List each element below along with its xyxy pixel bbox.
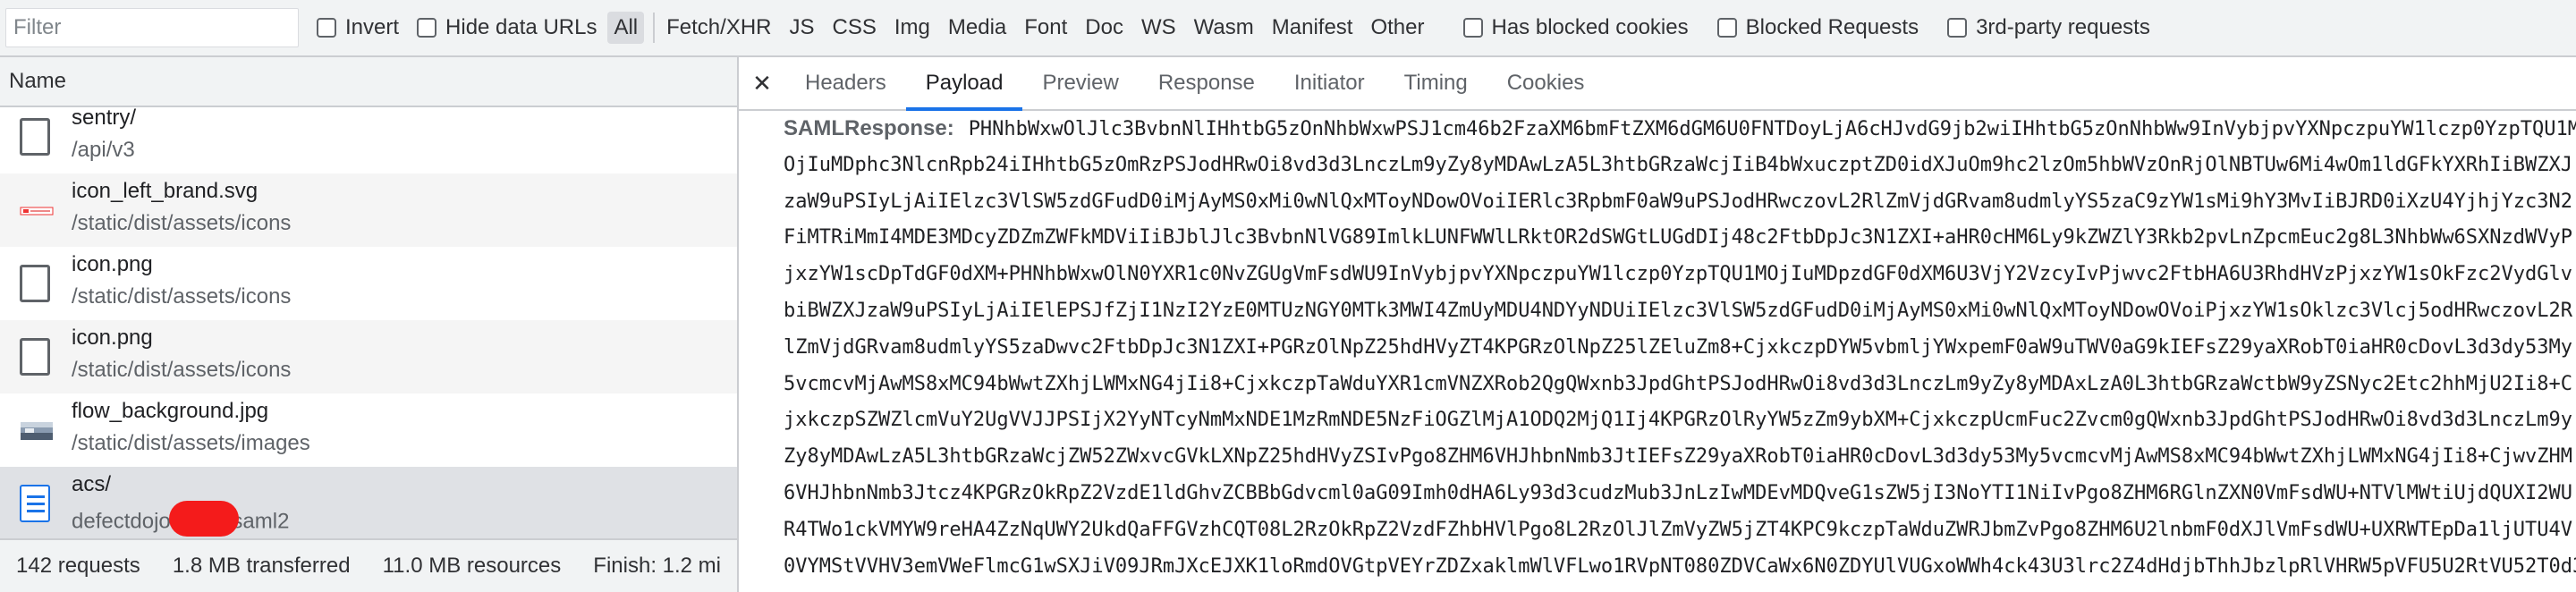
request-path: defectdojo. saml2 (72, 501, 290, 538)
request-row[interactable]: sentry/ /api/v3 (0, 107, 737, 173)
request-row[interactable]: icon.png /static/dist/assets/icons (0, 247, 737, 320)
request-row-selected[interactable]: acs/ defectdojo. saml2 (0, 467, 737, 538)
invert-checkbox[interactable]: Invert (317, 15, 399, 40)
finish-time: Finish: 1.2 mi (593, 554, 722, 578)
payload-line: zaW9uPSIyLjAiIElzc3VlSW5zdGFudD0iMjAyMS0… (784, 190, 2573, 213)
resource-type-filters: All Fetch/XHR JS CSS Img Media Font Doc … (602, 12, 1430, 44)
has-blocked-cookies-label: Has blocked cookies (1491, 15, 1689, 39)
hide-data-urls-checkbox[interactable]: Hide data URLs (417, 15, 597, 40)
third-party-requests-label: 3rd-party requests (1976, 15, 2150, 39)
type-filter-media[interactable]: Media (942, 12, 1013, 44)
name-column-header[interactable]: Name (0, 57, 737, 107)
type-filter-ws[interactable]: WS (1135, 12, 1182, 44)
request-list[interactable]: sentry/ /api/v3 icon_left_brand.svg /sta… (0, 107, 737, 538)
details-tabbar: ✕ Headers Payload Preview Response Initi… (739, 57, 2576, 111)
hide-data-urls-label: Hide data URLs (445, 15, 597, 39)
request-path: /static/dist/assets/icons (72, 358, 292, 382)
request-details-pane: ✕ Headers Payload Preview Response Initi… (739, 57, 2576, 592)
blocked-requests-label: Blocked Requests (1745, 15, 1919, 39)
tab-headers[interactable]: Headers (785, 57, 906, 109)
request-row[interactable]: icon.png /static/dist/assets/icons (0, 320, 737, 393)
resources-size: 11.0 MB resources (382, 554, 562, 578)
payload-line: FiMTRiMmI4MDE3MDcyZDZmZWFkMDViIiBJblJlc3… (784, 226, 2573, 249)
request-name: icon.png (72, 252, 153, 276)
blocked-requests-checkbox[interactable]: Blocked Requests (1716, 15, 1919, 40)
payload-value: PHNhbWxwOlJlc3BvbnNlIHhtbG5zOnNhbWxwPSJ1… (968, 118, 2576, 140)
request-path: /api/v3 (72, 138, 135, 162)
payload-line: 5vcmcvMjAwMS8xMC94bWwtZXhjLWMxNG4jIi8+Cj… (784, 372, 2573, 395)
checkbox-icon[interactable] (1716, 18, 1737, 38)
type-filter-manifest[interactable]: Manifest (1266, 12, 1360, 44)
request-row[interactable]: icon_left_brand.svg /static/dist/assets/… (0, 173, 737, 247)
redaction-mark (169, 501, 240, 537)
divider (653, 13, 656, 43)
type-filter-js[interactable]: JS (784, 12, 821, 44)
has-blocked-cookies-checkbox[interactable]: Has blocked cookies (1462, 15, 1689, 40)
request-name: icon_left_brand.svg (72, 179, 258, 203)
tab-preview[interactable]: Preview (1022, 57, 1138, 109)
payload-key: SAMLResponse: (784, 116, 954, 140)
checkbox-icon[interactable] (1947, 18, 1968, 38)
type-filter-font[interactable]: Font (1018, 12, 1073, 44)
type-filter-fetch-xhr[interactable]: Fetch/XHR (660, 12, 777, 44)
type-filter-other[interactable]: Other (1364, 12, 1430, 44)
payload-line: lZmVjdGRvam8udmlyYS5zaDwvc2FtbDpJc3N1ZXI… (784, 335, 2573, 359)
payload-line: SAMLResponse: PHNhbWxwOlJlc3BvbnNlIHhtbG5… (784, 111, 2576, 148)
type-filter-all[interactable]: All (607, 12, 645, 44)
payload-line: jxzYW1scDpTdGF0dXM+PHNhbWxwOlN0YXR1c0NvZ… (784, 263, 2573, 286)
third-party-requests-checkbox[interactable]: 3rd-party requests (1947, 15, 2150, 40)
payload-line: 0VYMStVVHV3emVWeFlmcG1wSXJiV09JRmJXcEJXK… (784, 554, 2576, 578)
name-header-label: Name (9, 69, 67, 93)
request-path-suffix: saml2 (232, 509, 290, 534)
request-row[interactable]: flow_background.jpg /static/dist/assets/… (0, 393, 737, 467)
type-filter-img[interactable]: Img (888, 12, 936, 44)
tab-payload[interactable]: Payload (905, 57, 1023, 111)
image-thumbnail-icon (20, 411, 54, 451)
request-path: /static/dist/assets/images (72, 431, 310, 455)
filter-toolbar: Invert Hide data URLs All Fetch/XHR JS C… (0, 0, 2576, 57)
type-filter-css[interactable]: CSS (826, 12, 883, 44)
request-name: acs/ (72, 472, 112, 496)
type-filter-wasm[interactable]: Wasm (1188, 12, 1260, 44)
payload-line: R4TWo1ckVMYW9reHA4ZzNqUWY2UkdQaFFGVzhCQT… (784, 518, 2573, 541)
file-icon (20, 265, 54, 304)
file-icon (20, 338, 54, 377)
payload-line: jxkczpSZWZlcmVuY2UgVVJJPSIjX2YyNTcyNmMxN… (784, 409, 2573, 432)
payload-line: 6VHJhbnNmb3Jtcz4KPGRzOkRpZ2VzdE1ldGhvZCB… (784, 481, 2573, 504)
payload-line: biBWZXJzaW9uPSIyLjAiIElEPSJfZjI1NzI2YzE0… (784, 299, 2573, 322)
request-name: icon.png (72, 326, 153, 350)
payload-content[interactable]: SAMLResponse: PHNhbWxwOlJlc3BvbnNlIHhtbG5… (739, 111, 2576, 592)
checkbox-icon[interactable] (417, 18, 437, 38)
request-path: /static/dist/assets/icons (72, 211, 292, 235)
file-icon (20, 118, 54, 157)
invert-label: Invert (345, 15, 400, 39)
request-name: flow_background.jpg (72, 399, 269, 423)
checkbox-icon[interactable] (317, 18, 336, 38)
payload-line: Zy8yMDAwLzA5L3htbGRzaWcjZW52ZWxvcGVkLXNp… (784, 445, 2573, 469)
document-icon (20, 485, 54, 524)
type-filter-doc[interactable]: Doc (1079, 12, 1130, 44)
checkbox-icon[interactable] (1462, 18, 1483, 38)
close-icon[interactable]: ✕ (739, 57, 785, 109)
payload-line: OjIuMDphc3NlcnRpb24iIHhtbG5zOmRzPSJodHRw… (784, 153, 2573, 176)
tab-response[interactable]: Response (1139, 57, 1275, 109)
request-path-prefix: defectdojo. (72, 509, 177, 534)
status-bar: 142 requests 1.8 MB transferred 11.0 MB … (0, 538, 737, 592)
brand-logo-icon (20, 191, 54, 231)
tab-cookies[interactable]: Cookies (1487, 57, 1605, 109)
request-name: sentry/ (72, 107, 137, 130)
filter-input[interactable] (5, 8, 299, 47)
request-list-pane: Name sentry/ /api/v3 icon_left_brand.svg… (0, 57, 739, 592)
request-path: /static/dist/assets/icons (72, 284, 292, 309)
request-count: 142 requests (16, 554, 140, 578)
transferred-size: 1.8 MB transferred (172, 554, 351, 578)
tab-initiator[interactable]: Initiator (1275, 57, 1385, 109)
tab-timing[interactable]: Timing (1385, 57, 1487, 109)
